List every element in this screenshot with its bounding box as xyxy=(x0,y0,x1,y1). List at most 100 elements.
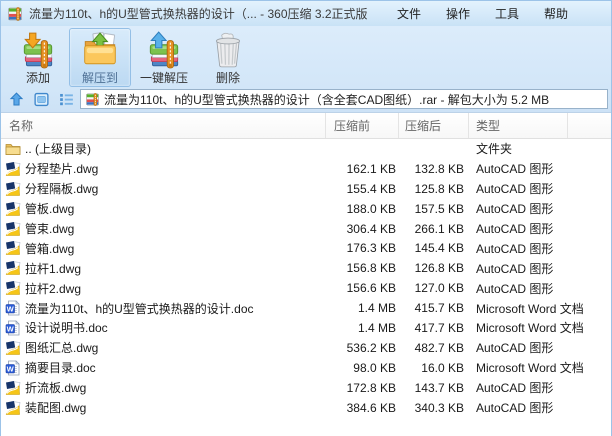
svg-text:W: W xyxy=(7,324,15,333)
file-type: AutoCAD 图形 xyxy=(476,241,554,256)
menu-item-tools[interactable]: 工具 xyxy=(494,3,520,24)
toolbar-button-add[interactable]: 添加 xyxy=(7,28,69,87)
table-row[interactable]: 装配图.dwg 384.6 KB 340.3 KB AutoCAD 图形 xyxy=(1,398,611,418)
file-type: AutoCAD 图形 xyxy=(476,401,554,416)
svg-text:W: W xyxy=(7,364,15,373)
size-after-compression: 132.8 KB xyxy=(414,161,464,176)
dwg-file-icon xyxy=(5,161,21,177)
app-window: 流量为110t、h的U型管式换热器的设计（... - 360压缩 3.2正式版 … xyxy=(0,0,612,436)
up-directory-button[interactable] xyxy=(5,90,27,109)
delete-icon xyxy=(209,31,247,69)
size-after-compression: 16.0 KB xyxy=(421,360,464,375)
toolbar-button-label: 删除 xyxy=(216,71,241,85)
file-type: AutoCAD 图形 xyxy=(476,182,554,197)
size-after-compression: 126.8 KB xyxy=(414,261,464,276)
file-type: AutoCAD 图形 xyxy=(476,261,554,276)
column-header-before[interactable]: 压缩前 xyxy=(326,113,399,138)
table-row[interactable]: W 摘要目录.doc 98.0 KB 16.0 KB Microsoft Wor… xyxy=(1,358,611,378)
dwg-file-icon xyxy=(5,340,21,356)
menu-bar: 文件 操作 工具 帮助 xyxy=(396,3,605,24)
file-name: .. (上级目录) xyxy=(25,142,91,157)
file-name: 折流板.dwg xyxy=(25,381,87,396)
dwg-file-icon xyxy=(5,260,21,276)
file-type: AutoCAD 图形 xyxy=(476,202,554,217)
file-type: AutoCAD 图形 xyxy=(476,381,554,396)
toolbar-button-label: 解压到 xyxy=(81,71,118,85)
menu-item-actions[interactable]: 操作 xyxy=(445,3,471,24)
dwg-file-icon xyxy=(5,280,21,296)
size-before-compression: 155.4 KB xyxy=(346,181,396,196)
window-title: 流量为110t、h的U型管式换热器的设计（... - 360压缩 3.2正式版 xyxy=(29,7,368,21)
toolbar-button-label: 添加 xyxy=(25,71,50,85)
menu-item-file[interactable]: 文件 xyxy=(396,3,422,24)
size-before-compression: 1.4 MB xyxy=(357,301,396,316)
size-before-compression: 176.3 KB xyxy=(346,241,396,256)
folder-icon xyxy=(5,141,21,157)
file-type: Microsoft Word 文档 xyxy=(476,301,584,316)
main-toolbar: 添加 解压到 一键解压 删除 xyxy=(1,26,611,89)
menu-item-help[interactable]: 帮助 xyxy=(543,3,569,24)
table-row[interactable]: 拉杆1.dwg 156.8 KB 126.8 KB AutoCAD 图形 xyxy=(1,258,611,278)
table-row[interactable]: W 流量为110t、h的U型管式换热器的设计.doc 1.4 MB 415.7 … xyxy=(1,298,611,318)
word-doc-icon: W xyxy=(5,300,21,316)
table-row[interactable]: 管束.dwg 306.4 KB 266.1 KB AutoCAD 图形 xyxy=(1,219,611,239)
size-before-compression: 536.2 KB xyxy=(346,340,396,355)
table-row[interactable]: .. (上级目录) 文件夹 xyxy=(1,139,611,159)
table-row[interactable]: 管箱.dwg 176.3 KB 145.4 KB AutoCAD 图形 xyxy=(1,238,611,258)
size-before-compression: 188.0 KB xyxy=(346,201,396,216)
toolbar-button-extract-to[interactable]: 解压到 xyxy=(69,28,131,87)
dwg-file-icon xyxy=(5,181,21,197)
size-before-compression: 384.6 KB xyxy=(346,400,396,415)
archive-info-text: 流量为110t、h的U型管式换热器的设计（含全套CAD图纸）.rar - 解包大… xyxy=(104,92,550,107)
size-before-compression: 156.6 KB xyxy=(346,281,396,296)
file-type: Microsoft Word 文档 xyxy=(476,321,584,336)
view-mode-button[interactable] xyxy=(30,90,52,109)
column-header-after[interactable]: 压缩后 xyxy=(399,113,469,138)
up-arrow-icon xyxy=(8,91,25,108)
size-after-compression: 125.8 KB xyxy=(414,181,464,196)
size-after-compression: 417.7 KB xyxy=(414,320,464,335)
table-row[interactable]: 折流板.dwg 172.8 KB 143.7 KB AutoCAD 图形 xyxy=(1,378,611,398)
column-header-name[interactable]: 名称 xyxy=(1,113,326,138)
size-after-compression: 143.7 KB xyxy=(414,380,464,395)
size-after-compression: 266.1 KB xyxy=(414,221,464,236)
size-after-compression: 127.0 KB xyxy=(414,281,464,296)
extract-to-icon xyxy=(81,31,119,69)
dwg-file-icon xyxy=(5,400,21,416)
list-view-button[interactable] xyxy=(55,90,77,109)
file-type: AutoCAD 图形 xyxy=(476,162,554,177)
table-row[interactable]: W 设计说明书.doc 1.4 MB 417.7 KB Microsoft Wo… xyxy=(1,318,611,338)
table-row[interactable]: 分程垫片.dwg 162.1 KB 132.8 KB AutoCAD 图形 xyxy=(1,159,611,179)
table-row[interactable]: 分程隔板.dwg 155.4 KB 125.8 KB AutoCAD 图形 xyxy=(1,179,611,199)
column-header-type[interactable]: 类型 xyxy=(469,113,568,138)
archive-app-icon xyxy=(7,6,23,22)
file-type: 文件夹 xyxy=(476,142,513,157)
file-name: 装配图.dwg xyxy=(25,401,87,416)
table-row[interactable]: 拉杆2.dwg 156.6 KB 127.0 KB AutoCAD 图形 xyxy=(1,278,611,298)
size-after-compression: 340.3 KB xyxy=(414,400,464,415)
dwg-file-icon xyxy=(5,380,21,396)
file-type: AutoCAD 图形 xyxy=(476,281,554,296)
toolbar-button-delete[interactable]: 删除 xyxy=(197,28,259,87)
archive-path-field[interactable]: 流量为110t、h的U型管式换热器的设计（含全套CAD图纸）.rar - 解包大… xyxy=(80,89,608,109)
size-after-compression: 157.5 KB xyxy=(414,201,464,216)
size-before-compression: 98.0 KB xyxy=(353,360,396,375)
file-name: 拉杆2.dwg xyxy=(25,281,82,296)
file-name: 流量为110t、h的U型管式换热器的设计.doc xyxy=(25,301,254,316)
table-row[interactable]: 图纸汇总.dwg 536.2 KB 482.7 KB AutoCAD 图形 xyxy=(1,338,611,358)
dwg-file-icon xyxy=(5,201,21,217)
size-before-compression: 306.4 KB xyxy=(346,221,396,236)
size-before-compression: 172.8 KB xyxy=(346,380,396,395)
window-view-icon xyxy=(33,91,50,108)
file-name: 设计说明书.doc xyxy=(25,321,108,336)
size-after-compression: 145.4 KB xyxy=(414,241,464,256)
file-type: Microsoft Word 文档 xyxy=(476,361,584,376)
table-row[interactable]: 管板.dwg 188.0 KB 157.5 KB AutoCAD 图形 xyxy=(1,199,611,219)
word-doc-icon: W xyxy=(5,360,21,376)
address-bar: 流量为110t、h的U型管式换热器的设计（含全套CAD图纸）.rar - 解包大… xyxy=(1,89,611,113)
add-archive-icon xyxy=(19,31,57,69)
toolbar-button-one-click-extract[interactable]: 一键解压 xyxy=(131,28,197,87)
list-view-icon xyxy=(58,91,75,108)
file-type: AutoCAD 图形 xyxy=(476,222,554,236)
file-name: 管束.dwg xyxy=(25,222,75,236)
